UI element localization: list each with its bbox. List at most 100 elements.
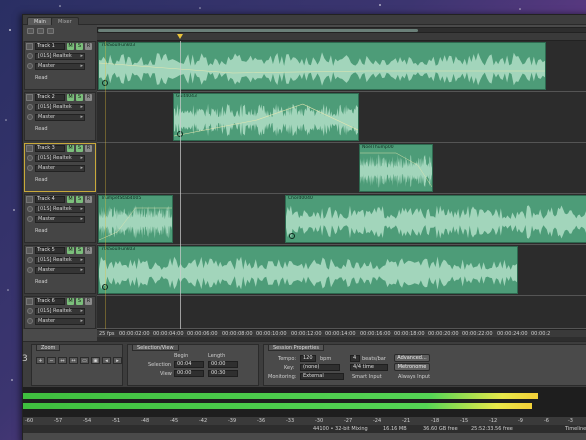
selection-length-field[interactable]: 00:00: [208, 361, 238, 368]
audio-clip[interactable]: Chord0040: [285, 195, 586, 243]
track-header-2[interactable]: Track 2 M S R [01S] Realtek ▸ Master ▸ Rea…: [24, 92, 96, 141]
mute-button[interactable]: M: [67, 43, 74, 50]
track-settings-icon[interactable]: [37, 28, 44, 34]
track-grip-icon[interactable]: [26, 196, 33, 203]
track-header-1[interactable]: Track 1 M S R [01S] Realtek ▸ Master ▸ Rea…: [24, 41, 96, 90]
solo-button[interactable]: S: [76, 247, 83, 254]
mute-button[interactable]: M: [67, 94, 74, 101]
record-arm-button[interactable]: R: [85, 196, 92, 203]
tab-main[interactable]: Main: [27, 17, 53, 25]
track-name-field[interactable]: Track 6: [35, 298, 65, 305]
audio-clip[interactable]: Guit4043: [173, 93, 359, 141]
solo-button[interactable]: S: [76, 43, 83, 50]
mute-button[interactable]: M: [67, 247, 74, 254]
zoom-in-amplitude-icon[interactable]: +: [36, 357, 45, 364]
track-name-field[interactable]: Track 4: [35, 196, 65, 203]
smart-input-option[interactable]: Smart Input: [352, 374, 382, 380]
solo-button[interactable]: S: [76, 145, 83, 152]
solo-button[interactable]: S: [76, 196, 83, 203]
track-grip-icon[interactable]: [26, 247, 33, 254]
automation-mode-select[interactable]: Read: [35, 177, 85, 184]
track-input-select[interactable]: [01S] Realtek ▸: [35, 104, 85, 111]
track-grip-icon[interactable]: [26, 145, 33, 152]
track-name-field[interactable]: Track 1: [35, 43, 65, 50]
automation-mode-select[interactable]: Read: [35, 279, 85, 286]
audio-clip[interactable]: NoelThump00: [359, 144, 433, 192]
track-lane-6[interactable]: [97, 296, 586, 329]
track-lane-5[interactable]: 70sSoulFunk03: [97, 245, 586, 296]
multitrack-editor[interactable]: 70sSoulFunk03 Guit4043 NoelThump00 Trump…: [97, 41, 586, 329]
zoom-full-icon[interactable]: ▭: [80, 357, 89, 364]
track-name-field[interactable]: Track 3: [35, 145, 65, 152]
clip-loop-icon[interactable]: [289, 233, 295, 239]
view-length-field[interactable]: 00:30: [208, 370, 238, 377]
automation-mode-select[interactable]: Read: [35, 228, 85, 235]
beats-field[interactable]: 4: [350, 355, 360, 362]
key-select[interactable]: (none): [300, 364, 340, 371]
tempo-field[interactable]: 120: [300, 355, 316, 362]
mute-button[interactable]: M: [67, 298, 74, 305]
zoom-panel-tab[interactable]: Zoom: [36, 344, 61, 351]
tab-mixer[interactable]: Mixer: [51, 17, 79, 25]
view-begin-field[interactable]: 00:00: [174, 370, 204, 377]
track-output-select[interactable]: Master ▸: [35, 165, 85, 172]
always-input-option[interactable]: Always Input: [398, 374, 430, 380]
audio-clip[interactable]: 70sSoulFunk03: [98, 246, 518, 294]
track-grip-icon[interactable]: [26, 94, 33, 101]
mute-button[interactable]: M: [67, 196, 74, 203]
playhead-marker-icon[interactable]: [177, 34, 183, 39]
track-input-select[interactable]: [01S] Realtek ▸: [35, 308, 85, 315]
selection-begin-field[interactable]: 00:04: [174, 361, 204, 368]
zoom-out-amplitude-icon[interactable]: −: [47, 357, 56, 364]
timeline-ruler-top[interactable]: [97, 33, 586, 41]
track-output-select[interactable]: Master ▸: [35, 267, 85, 274]
time-signature-select[interactable]: 4/4 time: [350, 364, 388, 371]
track-output-select[interactable]: Master ▸: [35, 114, 85, 121]
solo-button[interactable]: S: [76, 94, 83, 101]
zoom-out-time-icon[interactable]: ↔: [69, 357, 78, 364]
record-arm-button[interactable]: R: [85, 94, 92, 101]
track-input-select[interactable]: [01S] Realtek ▸: [35, 257, 85, 264]
timeline-ruler[interactable]: 25 fps 00:00:02:00 00:00:04:00 00:00:06:…: [97, 329, 586, 337]
track-header-4[interactable]: Track 4 M S R [01S] Realtek ▸ Master ▸ Rea…: [24, 194, 96, 243]
track-output-select[interactable]: Master ▸: [35, 318, 85, 325]
audio-clip[interactable]: TrumpetStab4005: [98, 195, 173, 243]
track-header-5[interactable]: Track 5 M S R [01S] Realtek ▸ Master ▸ Rea…: [24, 245, 96, 294]
zoom-selection-icon[interactable]: ▣: [91, 357, 100, 364]
automation-mode-select[interactable]: Read: [35, 126, 85, 133]
advanced-button[interactable]: Advanced...: [394, 354, 430, 362]
zoom-left-icon[interactable]: ◂: [102, 357, 111, 364]
track-lane-2[interactable]: Guit4043: [97, 92, 586, 143]
track-lane-4[interactable]: TrumpetStab4005 Chord0040: [97, 194, 586, 245]
automation-mode-select[interactable]: Read: [35, 75, 85, 82]
track-grip-icon[interactable]: [26, 43, 33, 50]
track-header-6[interactable]: Track 6 M S R [01S] Realtek ▸ Master ▸: [24, 296, 96, 329]
session-properties-tab[interactable]: Session Properties: [268, 344, 324, 351]
track-input-select[interactable]: [01S] Realtek ▸: [35, 155, 85, 162]
record-arm-button[interactable]: R: [85, 145, 92, 152]
track-output-select[interactable]: Master ▸: [35, 216, 85, 223]
track-header-3[interactable]: Track 3 M S R [01S] Realtek ▸ Master ▸ Rea…: [24, 143, 96, 192]
record-arm-button[interactable]: R: [85, 43, 92, 50]
track-input-select[interactable]: [01S] Realtek ▸: [35, 53, 85, 60]
solo-button[interactable]: S: [76, 298, 83, 305]
track-lane-3[interactable]: NoelThump00: [97, 143, 586, 194]
zoom-in-time-icon[interactable]: ⇔: [58, 357, 67, 364]
monitoring-select[interactable]: External: [300, 373, 344, 380]
audio-clip[interactable]: 70sSoulFunk03: [98, 42, 546, 90]
add-track-icon[interactable]: [27, 28, 34, 34]
track-grip-icon[interactable]: [26, 298, 33, 305]
track-lane-1[interactable]: 70sSoulFunk03: [97, 41, 586, 92]
record-arm-button[interactable]: R: [85, 298, 92, 305]
track-filter-icon[interactable]: [47, 28, 54, 34]
mute-button[interactable]: M: [67, 145, 74, 152]
track-name-field[interactable]: Track 5: [35, 247, 65, 254]
playhead-line[interactable]: [180, 41, 181, 329]
track-input-select[interactable]: [01S] Realtek ▸: [35, 206, 85, 213]
zoom-right-icon[interactable]: ▸: [113, 357, 122, 364]
track-name-field[interactable]: Track 2: [35, 94, 65, 101]
selection-view-tab[interactable]: Selection/View: [132, 344, 179, 351]
overview-thumb[interactable]: [98, 29, 418, 32]
record-arm-button[interactable]: R: [85, 247, 92, 254]
track-output-select[interactable]: Master ▸: [35, 63, 85, 70]
